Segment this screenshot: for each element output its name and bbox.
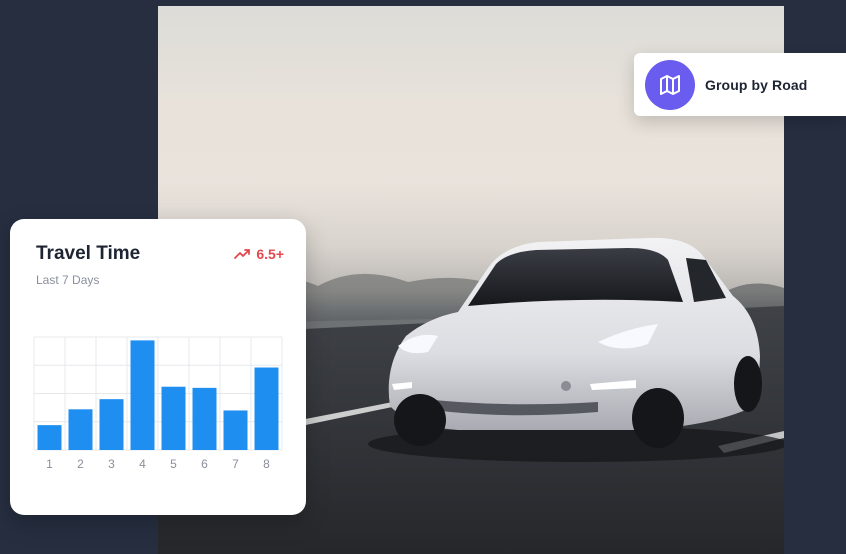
x-tick-label-1: 1 xyxy=(46,457,53,471)
x-tick-label-6: 6 xyxy=(201,457,208,471)
trending-up-icon xyxy=(234,249,251,259)
trend-value: 6.5+ xyxy=(256,246,284,262)
map-badge xyxy=(645,59,695,110)
card-subtitle: Last 7 Days xyxy=(36,273,100,287)
bar-1 xyxy=(37,425,62,450)
trend-indicator: 6.5+ xyxy=(234,246,284,262)
bar-8 xyxy=(254,367,279,450)
x-tick-label-4: 4 xyxy=(139,457,146,471)
group-by-road-label: Group by Road xyxy=(705,76,808,93)
x-tick-label-8: 8 xyxy=(263,457,270,471)
bar-6 xyxy=(192,387,217,450)
card-title: Travel Time xyxy=(36,243,141,264)
x-tick-label-3: 3 xyxy=(108,457,115,471)
x-tick-label-2: 2 xyxy=(77,457,84,471)
travel-time-card: Travel Time Last 7 Days 6.5+ 1 2 3 4 5 6 7 8 xyxy=(10,219,306,515)
x-tick-label-7: 7 xyxy=(232,457,239,471)
bar-2 xyxy=(68,409,93,450)
bar-4 xyxy=(130,340,155,450)
group-by-road-button[interactable]: Group by Road xyxy=(634,53,846,116)
travel-time-bar-chart: 1 2 3 4 5 6 7 8 xyxy=(33,336,283,471)
bar-3 xyxy=(99,399,124,450)
bar-5 xyxy=(161,386,186,450)
x-tick-label-5: 5 xyxy=(170,457,177,471)
bar-7 xyxy=(223,410,248,450)
map-icon xyxy=(660,74,680,95)
